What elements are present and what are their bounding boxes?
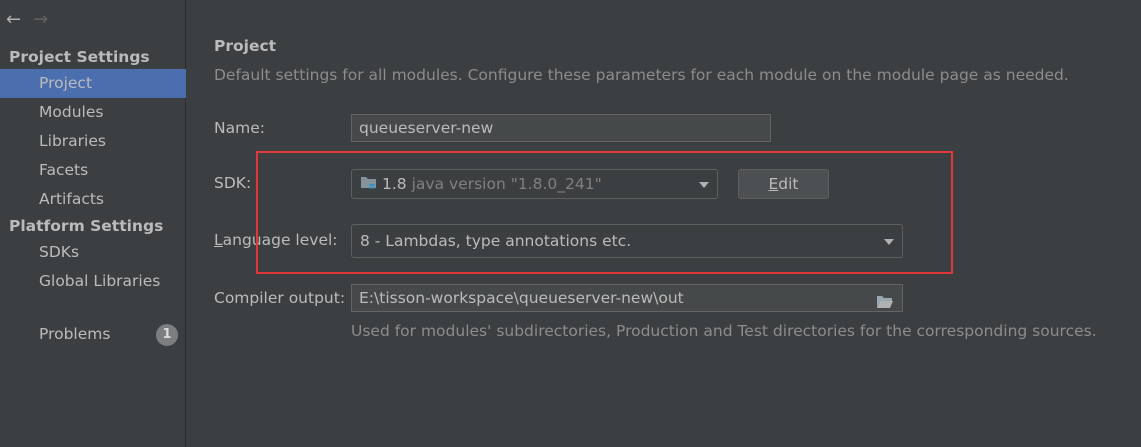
sdk-label: SDK: — [214, 174, 252, 192]
chevron-down-icon — [699, 182, 709, 188]
sidebar-item-facets[interactable]: Facets — [0, 156, 186, 185]
language-level-value: 8 - Lambdas, type annotations etc. — [360, 232, 632, 250]
sidebar-item-sdks[interactable]: SDKs — [0, 238, 186, 267]
page-title: Project — [214, 37, 277, 55]
platform-settings-header: Platform Settings — [9, 217, 164, 235]
sdk-edit-button[interactable]: Edit — [738, 169, 829, 199]
settings-sidebar: ← → Project Settings Project Modules Lib… — [0, 0, 186, 447]
compiler-output-value: E:\tisson-workspace\queueserver-new\out — [359, 289, 684, 307]
language-level-mnemonic: L — [214, 231, 223, 249]
sdk-combobox[interactable]: 1.8 java version "1.8.0_241" — [351, 169, 718, 199]
sidebar-item-modules[interactable]: Modules — [0, 98, 186, 127]
compiler-output-field[interactable]: E:\tisson-workspace\queueserver-new\out — [351, 284, 903, 312]
browse-folder-icon[interactable] — [876, 291, 894, 308]
sidebar-item-problems[interactable]: Problems 1 — [0, 320, 186, 349]
sdk-folder-icon — [360, 171, 376, 189]
name-label: Name: — [214, 119, 265, 137]
sidebar-item-libraries[interactable]: Libraries — [0, 127, 186, 156]
sidebar-item-artifacts[interactable]: Artifacts — [0, 185, 186, 214]
edit-button-mnemonic: E — [768, 175, 779, 193]
language-level-label-rest: anguage level: — [222, 231, 338, 249]
language-level-label: Language level: — [214, 231, 338, 249]
project-name-input[interactable] — [351, 114, 771, 142]
project-settings-panel: Project Default settings for all modules… — [187, 0, 1141, 447]
sdk-version: 1.8 — [382, 175, 407, 193]
sidebar-item-problems-label: Problems — [39, 325, 111, 343]
page-description: Default settings for all modules. Config… — [214, 66, 1069, 84]
sidebar-item-project[interactable]: Project — [0, 69, 186, 98]
project-settings-header: Project Settings — [9, 48, 150, 66]
language-level-combobox[interactable]: 8 - Lambdas, type annotations etc. — [351, 224, 903, 258]
edit-button-rest: dit — [778, 175, 799, 193]
compiler-output-hint: Used for modules' subdirectories, Produc… — [351, 322, 1097, 340]
back-arrow-icon[interactable]: ← — [6, 11, 21, 29]
compiler-output-label: Compiler output: — [214, 289, 346, 307]
problems-count-badge: 1 — [156, 324, 178, 346]
sdk-version-detail: java version "1.8.0_241" — [411, 175, 602, 193]
forward-arrow-icon[interactable]: → — [33, 11, 48, 29]
chevron-down-icon — [884, 239, 894, 245]
nav-arrows: ← → — [6, 9, 48, 31]
sidebar-item-global-libraries[interactable]: Global Libraries — [0, 267, 186, 296]
